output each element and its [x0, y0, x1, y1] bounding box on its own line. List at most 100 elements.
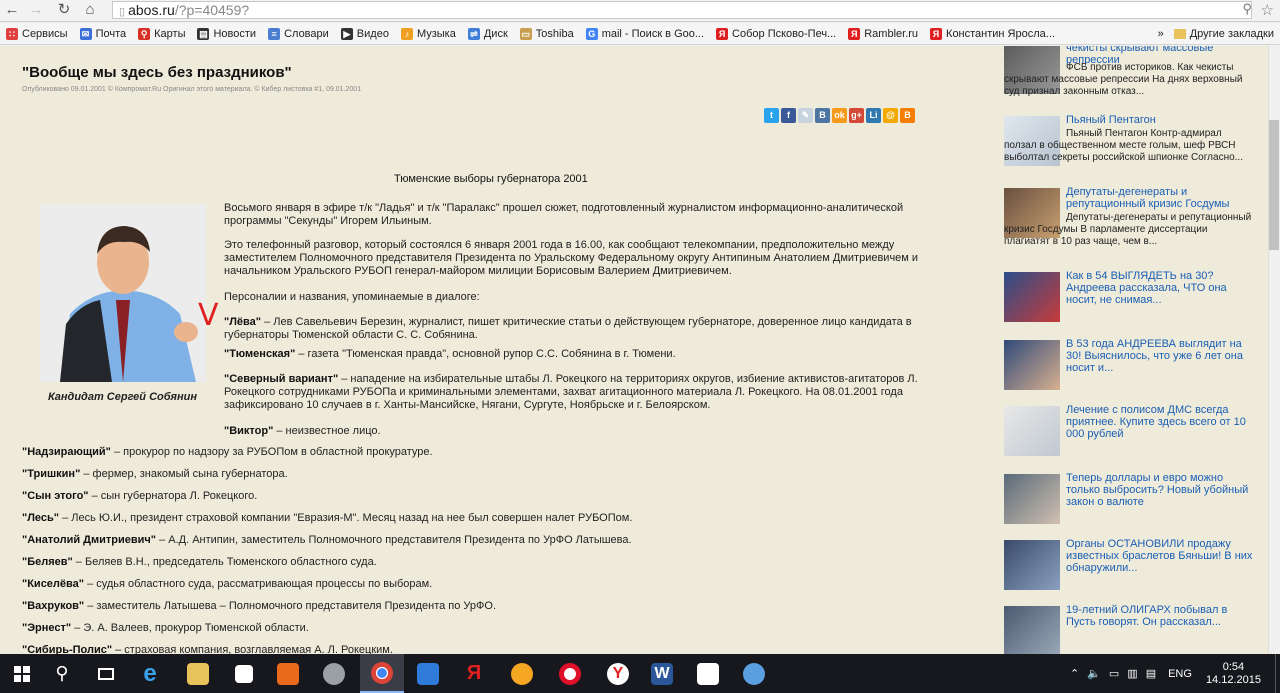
- chevron-up-icon[interactable]: ⌃: [1070, 667, 1079, 680]
- definition-term: "Северный вариант": [224, 373, 339, 385]
- news-thumbnail[interactable]: [1004, 540, 1060, 590]
- news-description: Пьяный Пентагон Контр-адмирал ползал в о…: [1004, 128, 1243, 163]
- media-player-icon[interactable]: [266, 654, 310, 693]
- news-link[interactable]: 19-летний ОЛИГАРХ побывал в Пусть говоря…: [1066, 604, 1256, 628]
- word-icon[interactable]: W: [640, 654, 684, 693]
- bookmark-item[interactable]: ▤ Новости: [197, 27, 256, 40]
- app-icon-orange[interactable]: [500, 654, 544, 693]
- bookmark-item[interactable]: ▶ Видео: [340, 27, 389, 40]
- bookmark-item[interactable]: ∷ Сервисы: [6, 27, 68, 40]
- news-thumbnail[interactable]: [1004, 272, 1060, 322]
- forward-icon[interactable]: →: [26, 1, 46, 19]
- bookmarks-list: ∷ Сервисы ✉ Почта ⚲ Карты ▤ Новости ≡ Словари ▶ Вид…: [0, 27, 1061, 40]
- opera-icon[interactable]: [548, 654, 592, 693]
- scrollbar-thumb[interactable]: [1269, 120, 1279, 250]
- home-icon[interactable]: ⌂: [80, 1, 100, 19]
- news-link[interactable]: Органы ОСТАНОВИЛИ продажу известных брас…: [1066, 538, 1256, 574]
- definition-text: – газета "Тюменская правда", основной ру…: [295, 348, 676, 360]
- search-icon[interactable]: ⚲: [1242, 1, 1252, 17]
- definition-text: – Э. А. Валеев, прокурор Тюменской облас…: [71, 622, 309, 634]
- news-link[interactable]: Депутаты-дегенераты и репутационный криз…: [1066, 186, 1238, 210]
- bookmark-favicon-icon: ∷: [6, 27, 18, 40]
- odnoklassniki-share-icon[interactable]: ok: [832, 108, 847, 123]
- chrome-icon[interactable]: [360, 654, 404, 693]
- bookmark-favicon-icon: ▶: [340, 27, 353, 40]
- photos-icon[interactable]: [686, 654, 730, 693]
- clock[interactable]: 0:54 14.12.2015: [1206, 661, 1261, 687]
- show-desktop-button[interactable]: [1275, 654, 1280, 693]
- url-host: abos.ru: [128, 2, 175, 18]
- news-link[interactable]: Как в 54 ВЫГЛЯДЕТЬ на 30? Андреева расск…: [1066, 270, 1256, 306]
- blogger-share-icon[interactable]: B: [900, 108, 915, 123]
- definition-term: "Лёва": [224, 316, 262, 328]
- notifications-icon[interactable]: ▤: [1146, 667, 1156, 680]
- googleplus-share-icon[interactable]: g+: [849, 108, 864, 123]
- bookmark-item[interactable]: ✉ Почта: [79, 27, 126, 40]
- yandex-browser-icon[interactable]: Y: [596, 654, 640, 693]
- yandex-icon[interactable]: Я: [452, 654, 496, 693]
- edge-icon[interactable]: e: [128, 654, 172, 693]
- definition-item: "Северный вариант" – нападение на избира…: [224, 373, 944, 412]
- news-thumbnail[interactable]: [1004, 340, 1060, 390]
- news-link[interactable]: Пьяный Пентагон: [1066, 114, 1238, 126]
- news-link[interactable]: Лечение с полисом ДМС всегда приятнее. К…: [1066, 404, 1256, 440]
- page-icon: ▯: [119, 6, 129, 18]
- definition-text: – фермер, знакомый сына губернатора.: [80, 468, 288, 480]
- back-icon[interactable]: ←: [2, 1, 22, 19]
- bookmark-item[interactable]: Я Rambler.ru: [848, 27, 919, 40]
- bookmark-favicon-icon: Я: [716, 27, 729, 40]
- news-thumbnail[interactable]: [1004, 606, 1060, 654]
- app-icon[interactable]: [312, 654, 356, 693]
- news-thumbnail[interactable]: [1004, 406, 1060, 456]
- paragraph-2: Это телефонный разговор, который состоял…: [224, 239, 919, 277]
- livejournal-share-icon[interactable]: ✎: [798, 108, 813, 123]
- bookmarks-more-button[interactable]: »: [1158, 28, 1164, 40]
- bookmark-item[interactable]: Gmail - Поиск в Goo...: [585, 27, 704, 40]
- definition-term: "Тюменская": [224, 348, 296, 360]
- bookmark-favicon-icon: ▭: [519, 27, 532, 40]
- search-icon[interactable]: ⚲: [40, 654, 84, 693]
- bookmark-item[interactable]: ⇌ Диск: [467, 27, 508, 40]
- twitter-share-icon[interactable]: t: [764, 108, 779, 123]
- paragraph-3: Персоналии и названия, упоминаемые в диа…: [224, 291, 480, 303]
- clock-time: 0:54: [1222, 660, 1245, 673]
- news-link[interactable]: В 53 года АНДРЕЕВА выглядит на 30! Выясн…: [1066, 338, 1256, 374]
- bookmark-favicon-icon: ⚲: [138, 27, 151, 40]
- definition-text: – Беляев В.Н., председатель Тюменского о…: [72, 556, 377, 568]
- bookmark-item[interactable]: Я Константин Яросла...: [930, 27, 1055, 40]
- star-icon[interactable]: ☆: [1261, 1, 1274, 19]
- vk-share-icon[interactable]: B: [815, 108, 830, 123]
- mailru-share-icon[interactable]: @: [883, 108, 898, 123]
- paint-icon[interactable]: [732, 654, 776, 693]
- article-title: "Вообще мы здесь без праздников": [22, 64, 292, 81]
- task-view-icon[interactable]: [84, 654, 128, 693]
- bookmark-item[interactable]: ▭ Toshiba: [519, 27, 574, 40]
- bookmark-item[interactable]: ≡ Словари: [268, 27, 329, 40]
- file-explorer-icon[interactable]: [176, 654, 220, 693]
- network-icon[interactable]: ▥: [1127, 667, 1137, 680]
- battery-icon[interactable]: ▭: [1109, 667, 1119, 680]
- mail-icon[interactable]: [406, 654, 450, 693]
- definition-item: "Беляев" – Беляев В.Н., председатель Тюм…: [22, 556, 922, 569]
- address-bar[interactable]: ▯ abos.ru/?p=40459?: [112, 1, 1252, 19]
- definition-text: – А.Д. Антипин, заместитель Полномочного…: [156, 534, 632, 546]
- store-icon[interactable]: [222, 654, 266, 693]
- reload-icon[interactable]: ↻: [54, 1, 74, 19]
- bookmark-label: Rambler.ru: [864, 27, 919, 40]
- definition-item: "Анатолий Дмитриевич" – А.Д. Антипин, за…: [22, 534, 922, 547]
- bookmark-item[interactable]: Я Собор Псково-Печ...: [716, 27, 836, 40]
- volume-icon[interactable]: 🔈: [1087, 667, 1101, 680]
- definition-term: "Анатолий Дмитриевич": [22, 534, 157, 546]
- language-indicator[interactable]: ENG: [1168, 668, 1192, 680]
- liveinternet-share-icon[interactable]: Li: [866, 108, 881, 123]
- windows-start-icon[interactable]: [0, 654, 44, 693]
- browser-toolbar: ← → ↻ ⌂ ▯ abos.ru/?p=40459? ⚲ ☆: [0, 0, 1280, 22]
- definition-item: "Виктор" – неизвестное лицо.: [224, 425, 944, 438]
- bookmark-item[interactable]: ⚲ Карты: [138, 27, 185, 40]
- facebook-share-icon[interactable]: f: [781, 108, 796, 123]
- news-thumbnail[interactable]: [1004, 474, 1060, 524]
- candidate-photo: [40, 204, 206, 382]
- news-link[interactable]: Теперь доллары и евро можно только выбро…: [1066, 472, 1256, 508]
- other-bookmarks-button[interactable]: Другие закладки: [1190, 28, 1274, 40]
- bookmark-item[interactable]: ♪ Музыка: [400, 27, 456, 40]
